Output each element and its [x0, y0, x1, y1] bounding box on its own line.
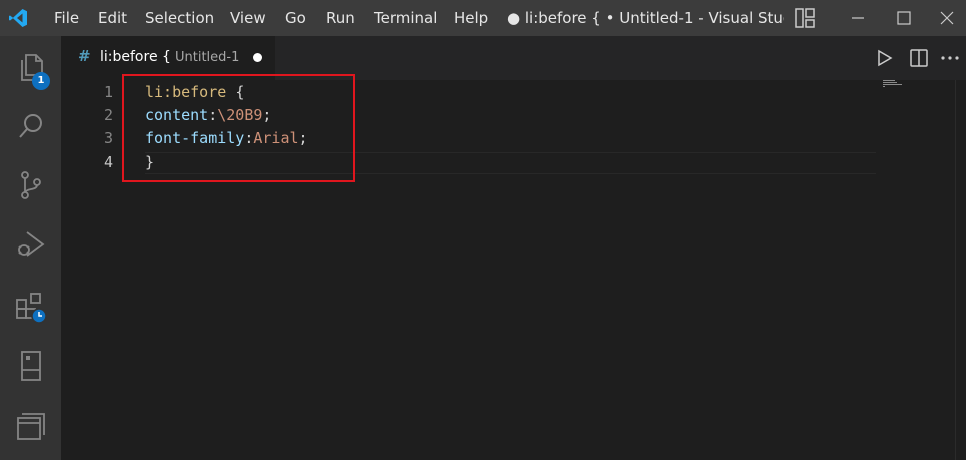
explorer-files-icon[interactable]: 1 [0, 40, 61, 96]
search-icon[interactable] [0, 98, 61, 154]
split-editor-icon[interactable] [906, 36, 932, 80]
line-number: 1 [103, 83, 113, 101]
remote-explorer-icon[interactable] [0, 338, 61, 394]
editor-scrollbar[interactable] [955, 80, 956, 460]
run-and-debug-icon[interactable] [0, 216, 61, 272]
more-actions-icon[interactable] [937, 36, 963, 80]
panel-icon[interactable] [0, 398, 61, 454]
extensions-icon[interactable] [0, 280, 61, 336]
menu-selection[interactable]: Selection [145, 0, 214, 36]
run-icon[interactable] [872, 36, 898, 80]
close-icon[interactable] [928, 0, 966, 36]
source-control-icon[interactable] [0, 157, 61, 213]
menu-terminal[interactable]: Terminal [374, 0, 437, 36]
css-file-icon: # [78, 47, 91, 65]
annotation-highlight-box [122, 74, 355, 182]
minimize-icon[interactable] [838, 0, 878, 36]
line-number-active: 4 [103, 153, 113, 171]
menu-go[interactable]: Go [285, 0, 306, 36]
activity-bar: 1 [0, 36, 61, 460]
unsaved-dot-icon[interactable] [253, 53, 262, 62]
menu-run[interactable]: Run [326, 0, 355, 36]
menu-file[interactable]: File [54, 0, 79, 36]
title-bar: File Edit Selection View Go Run Terminal… [0, 0, 966, 36]
window-title: ● li:before { • Untitled-1 - Visual Stud… [507, 9, 784, 27]
vscode-logo-icon [0, 0, 36, 36]
maximize-icon[interactable] [884, 0, 924, 36]
menu-view[interactable]: View [230, 0, 266, 36]
explorer-badge: 1 [32, 72, 50, 90]
menu-help[interactable]: Help [454, 0, 488, 36]
code-editor[interactable]: 1 2 3 4 li:before { content:\20B9; font-… [61, 74, 966, 460]
minimap[interactable] [883, 80, 953, 90]
customize-layout-icon[interactable] [790, 0, 820, 36]
line-number: 2 [103, 106, 113, 124]
tab-label: li:before { [100, 49, 171, 65]
menu-edit[interactable]: Edit [98, 0, 127, 36]
tab-description: Untitled-1 [175, 50, 240, 65]
line-number: 3 [103, 129, 113, 147]
